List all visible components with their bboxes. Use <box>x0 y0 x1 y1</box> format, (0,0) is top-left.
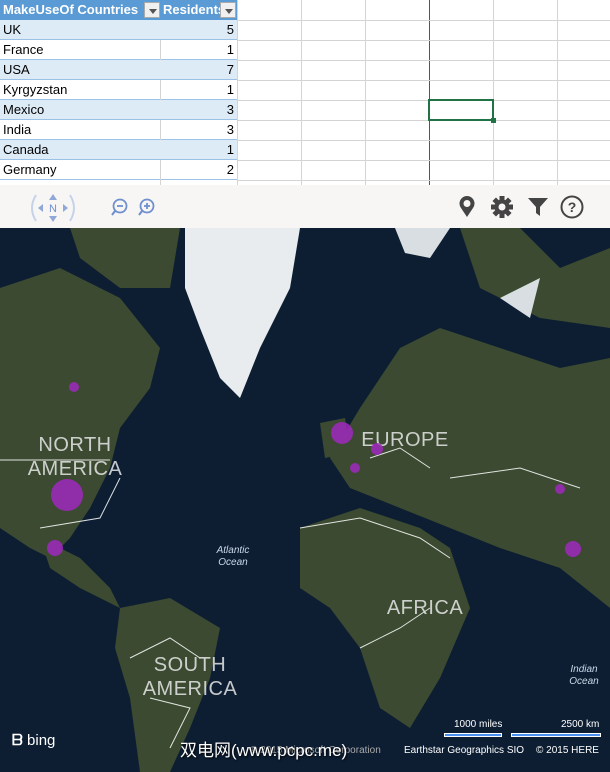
location-pin-icon[interactable] <box>456 195 478 219</box>
table-row[interactable]: Kyrgyzstan 1 <box>0 80 237 100</box>
bubble-usa[interactable] <box>51 479 83 511</box>
table-row[interactable]: Mexico 3 <box>0 100 237 120</box>
table-row[interactable]: Canada 1 <box>0 140 237 160</box>
map-toolbar: N ? <box>0 185 610 228</box>
attribution-here: © 2015 HERE <box>536 745 599 756</box>
label-north-america: NORTH AMERICA <box>27 434 123 480</box>
cell-country[interactable]: USA <box>3 60 30 80</box>
bing-icon: ᗷ <box>12 732 23 749</box>
label-africa: AFRICA <box>386 597 464 619</box>
scale-km: 2500 km <box>561 719 600 730</box>
bubble-france[interactable] <box>350 463 360 473</box>
attribution-earthstar: Earthstar Geographics SIO <box>404 745 525 756</box>
filter-funnel-icon[interactable] <box>527 197 549 217</box>
cell-country[interactable]: France <box>3 40 43 60</box>
bubble-mexico[interactable] <box>47 540 63 556</box>
cell-country[interactable]: UK <box>3 20 21 40</box>
cell-country[interactable]: Kyrgyzstan <box>3 80 67 100</box>
watermark: 双电网(www.pcpc.me) <box>180 741 348 760</box>
cell-country[interactable]: Canada <box>3 140 49 160</box>
label-indian-ocean: Indian Ocean <box>569 664 599 687</box>
map-land <box>0 228 610 772</box>
scale-bar-miles <box>444 733 502 737</box>
cell-residents[interactable]: 7 <box>227 60 234 80</box>
header-countries: MakeUseOf Countries <box>3 2 139 17</box>
bubble-uk[interactable] <box>331 422 353 444</box>
bubble-india[interactable] <box>565 541 581 557</box>
cell-residents[interactable]: 5 <box>227 20 234 40</box>
table-row[interactable]: India 3 <box>0 120 237 140</box>
spreadsheet: MakeUseOf Countries Residents UK 5 France… <box>0 0 610 185</box>
zoom-in-icon[interactable] <box>138 198 156 216</box>
filter-dropdown-countries[interactable] <box>144 2 160 18</box>
settings-gear-icon[interactable] <box>490 195 514 219</box>
scale-bar-km <box>511 733 601 737</box>
pan-compass-icon[interactable]: N <box>28 191 78 225</box>
cell-residents[interactable]: 2 <box>227 160 234 180</box>
table-header: MakeUseOf Countries Residents <box>0 0 237 20</box>
table-row[interactable]: France 1 <box>0 40 237 60</box>
scale-miles: 1000 miles <box>454 719 503 730</box>
filter-dropdown-residents[interactable] <box>220 2 236 18</box>
cell-residents[interactable]: 3 <box>227 120 234 140</box>
bing-logo: ᗷ bing <box>12 732 56 749</box>
cell-residents[interactable]: 1 <box>227 140 234 160</box>
table-row[interactable]: UK 5 <box>0 20 237 40</box>
cell-country[interactable]: Mexico <box>3 100 44 120</box>
label-atlantic-ocean: Atlantic Ocean <box>216 545 250 568</box>
bubble-canada[interactable] <box>69 382 79 392</box>
bubble-kyrgyzstan[interactable] <box>555 484 565 494</box>
table-row[interactable]: Germany 2 <box>0 160 237 180</box>
table-row[interactable]: USA 7 <box>0 60 237 80</box>
cell-residents[interactable]: 3 <box>227 100 234 120</box>
map-canvas[interactable]: NORTH AMERICA EUROPE AFRICA SOUTH AMERICA … <box>0 228 610 772</box>
selected-cell[interactable] <box>428 99 496 123</box>
cell-residents[interactable]: 1 <box>227 80 234 100</box>
svg-text:?: ? <box>568 199 577 215</box>
header-residents: Residents <box>163 2 220 17</box>
cell-residents[interactable]: 1 <box>227 40 234 60</box>
bubble-germany[interactable] <box>371 443 383 455</box>
label-europe: EUROPE <box>361 429 449 451</box>
zoom-out-icon[interactable] <box>111 198 129 216</box>
label-south-america: SOUTH AMERICA <box>142 654 238 700</box>
svg-text:N: N <box>49 203 57 215</box>
cell-country[interactable]: Germany <box>3 160 56 180</box>
help-question-icon[interactable]: ? <box>560 195 584 219</box>
cell-country[interactable]: India <box>3 120 31 140</box>
